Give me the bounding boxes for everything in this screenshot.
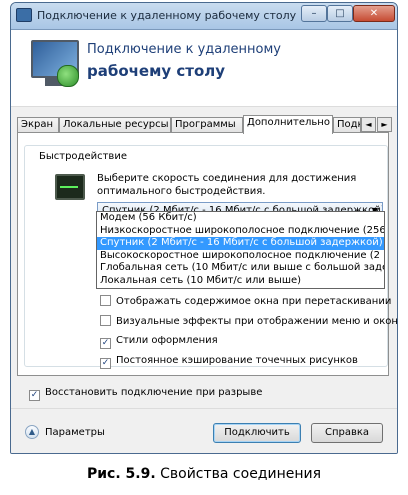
- figure-caption: Рис. 5.9. Свойства соединения: [0, 466, 408, 482]
- checkbox-box[interactable]: ✓: [100, 358, 111, 369]
- speed-option[interactable]: Локальная сеть (10 Мбит/с или выше): [97, 275, 384, 288]
- close-button[interactable]: ✕: [353, 5, 395, 22]
- chevron-up-icon[interactable]: ▲: [25, 425, 39, 439]
- speed-option[interactable]: Глобальная сеть (10 Мбит/с или выше с бо…: [97, 262, 384, 275]
- tab-advanced[interactable]: Дополнительно: [243, 115, 333, 134]
- dialog-footer: ▲ Параметры Подключить Справка: [11, 408, 397, 453]
- maximize-button[interactable]: □: [327, 5, 353, 22]
- tab-screen[interactable]: Экран: [17, 117, 59, 133]
- help-button[interactable]: Справка: [311, 423, 383, 443]
- tab-connection[interactable]: Подк: [333, 117, 361, 133]
- options-toggle-label[interactable]: Параметры: [45, 427, 105, 438]
- header-title-line1: Подключение к удаленному: [87, 42, 281, 57]
- tab-scroll: ◄ ►: [361, 117, 393, 132]
- title-bar[interactable]: Подключение к удаленному рабочему столу …: [11, 3, 397, 30]
- minimize-button[interactable]: –: [301, 5, 327, 22]
- checkbox-label: Стили оформления: [116, 335, 218, 346]
- speed-option[interactable]: Модем (56 Кбит/с): [97, 212, 384, 225]
- tab-scroll-left-icon[interactable]: ◄: [361, 117, 376, 132]
- tab-strip: Экран Локальные ресурсы Программы Дополн…: [17, 115, 395, 134]
- speed-option-selected[interactable]: Спутник (2 Мбит/с - 16 Мбит/с с большой …: [97, 237, 384, 250]
- speed-option[interactable]: Низкоскоростное широкополосное подключен…: [97, 225, 384, 238]
- window-title: Подключение к удаленному рабочему столу: [37, 9, 297, 22]
- checkbox-box[interactable]: ✓: [100, 338, 111, 349]
- connect-button[interactable]: Подключить: [213, 423, 301, 443]
- checkbox-bitmap-caching[interactable]: ✓ Постоянное кэширование точечных рисунко…: [100, 355, 358, 371]
- figure-number: Рис. 5.9.: [86, 466, 156, 482]
- header-title-line2: рабочему столу: [87, 62, 226, 80]
- checkbox-visual-effects[interactable]: Визуальные эффекты при отображении меню …: [100, 315, 398, 331]
- checkbox-box[interactable]: [100, 315, 111, 326]
- remote-desktop-app-icon: [16, 8, 32, 22]
- checkbox-label: Отображать содержимое окна при перетаски…: [116, 296, 392, 307]
- rdp-window: Подключение к удаленному рабочему столу …: [10, 2, 398, 454]
- tab-local-resources[interactable]: Локальные ресурсы: [59, 117, 171, 133]
- tab-scroll-right-icon[interactable]: ►: [377, 117, 392, 132]
- checkbox-reconnect[interactable]: ✓ Восстановить подключение при разрыве: [29, 387, 262, 401]
- speed-option[interactable]: Высокоскоростное широкополосное подключе…: [97, 250, 384, 263]
- checkbox-label: Восстановить подключение при разрыве: [45, 387, 263, 398]
- figure-title: Свойства соединения: [160, 466, 322, 482]
- checkbox-box[interactable]: [100, 295, 111, 306]
- dialog-header: Подключение к удаленному рабочему столу: [11, 30, 397, 107]
- tab-programs[interactable]: Программы: [171, 117, 243, 133]
- speed-wave-icon: [60, 186, 78, 188]
- speed-meter-icon: [55, 174, 85, 200]
- performance-description: Выберите скорость соединения для достиже…: [97, 173, 357, 197]
- checkbox-label: Постоянное кэширование точечных рисунков: [116, 355, 358, 366]
- checkbox-box[interactable]: ✓: [29, 390, 40, 401]
- connection-badge-icon: [57, 65, 79, 87]
- checkbox-window-drag[interactable]: Отображать содержимое окна при перетаски…: [100, 295, 391, 311]
- performance-group-label: Быстродействие: [37, 151, 129, 162]
- connection-speed-options: Модем (56 Кбит/с) Низкоскоростное широко…: [96, 211, 385, 289]
- checkbox-label: Визуальные эффекты при отображении меню …: [116, 316, 398, 327]
- checkbox-themes[interactable]: ✓ Стили оформления: [100, 335, 218, 351]
